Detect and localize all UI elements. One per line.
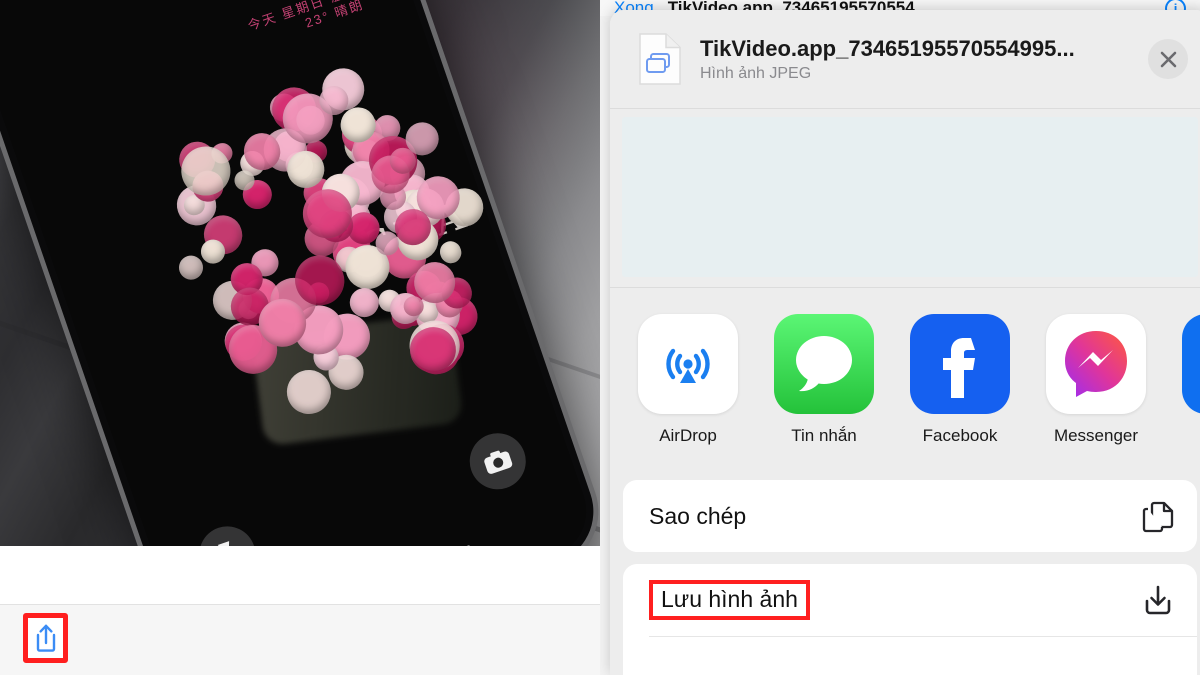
airdrop-icon [638,314,738,414]
image-file-icon [639,33,681,85]
file-meta: TikVideo.app_73465195570554995... Hình ả… [700,35,1148,84]
share-target-airdrop[interactable]: AirDrop [637,314,739,446]
screenshot-root: Hello 4 今天 星期日 温度 23° 晴朗 CHA [0,0,1200,675]
share-sheet-panel: Xong TikVideo.app_73465195570554 i TikVi… [600,0,1200,675]
share-target-zalo[interactable]: Zalo [1181,314,1200,446]
action-group-save: Lưu hình ảnh [623,564,1197,675]
phone-device: Hello 4 今天 星期日 温度 23° 晴朗 CHA [0,0,600,546]
facebook-icon [910,314,1010,414]
share-button[interactable] [23,613,68,663]
share-target-label: AirDrop [659,426,717,445]
messenger-icon [1046,314,1146,414]
action-group-copy: Sao chép [623,480,1197,552]
action-row-copy[interactable]: Sao chép [623,480,1197,552]
preview-area [610,109,1200,287]
share-targets-row: AirDrop Tin nhắn Facebook Messenger [610,288,1200,468]
camera-icon [462,425,534,497]
messages-icon [774,314,874,414]
share-target-label: Facebook [922,426,998,445]
download-icon [1145,585,1171,615]
close-icon [1160,51,1176,67]
share-sheet-header: TikVideo.app_73465195570554995... Hình ả… [610,10,1200,108]
share-target-label: Messenger [1053,426,1139,445]
action-label-highlighted: Lưu hình ảnh [649,579,810,621]
action-label: Sao chép [649,502,747,529]
file-name: TikVideo.app_73465195570554995... [700,35,1075,61]
share-target-label: Zalo [1181,426,1200,446]
viewer-white-band [0,546,600,604]
action-row-save-image[interactable]: Lưu hình ảnh [623,564,1197,636]
file-kind: Hình ảnh JPEG [700,65,812,83]
close-button[interactable] [1148,39,1188,79]
flashlight-icon [191,518,263,546]
share-target-label: Tin nhắn [791,426,857,445]
share-target-facebook[interactable]: Facebook [909,314,1011,446]
zalo-icon [1182,314,1200,414]
copy-icon [1142,501,1174,533]
image-preview-placeholder [622,117,1198,277]
viewer-toolbar [0,604,600,675]
share-up-icon [36,624,55,652]
share-target-messenger[interactable]: Messenger [1045,314,1147,446]
action-row-next-partial[interactable] [623,636,1197,675]
share-target-messages[interactable]: Tin nhắn [773,314,875,446]
phone-lockscreen: Hello 4 今天 星期日 温度 23° 晴朗 CHA [0,0,600,546]
rose-bouquet [106,26,525,445]
photo-viewer-panel: Hello 4 今天 星期日 温度 23° 晴朗 CHA [0,0,600,675]
ios-share-sheet: TikVideo.app_73465195570554995... Hình ả… [610,10,1200,675]
photo-image: Hello 4 今天 星期日 温度 23° 晴朗 CHA [0,0,600,546]
